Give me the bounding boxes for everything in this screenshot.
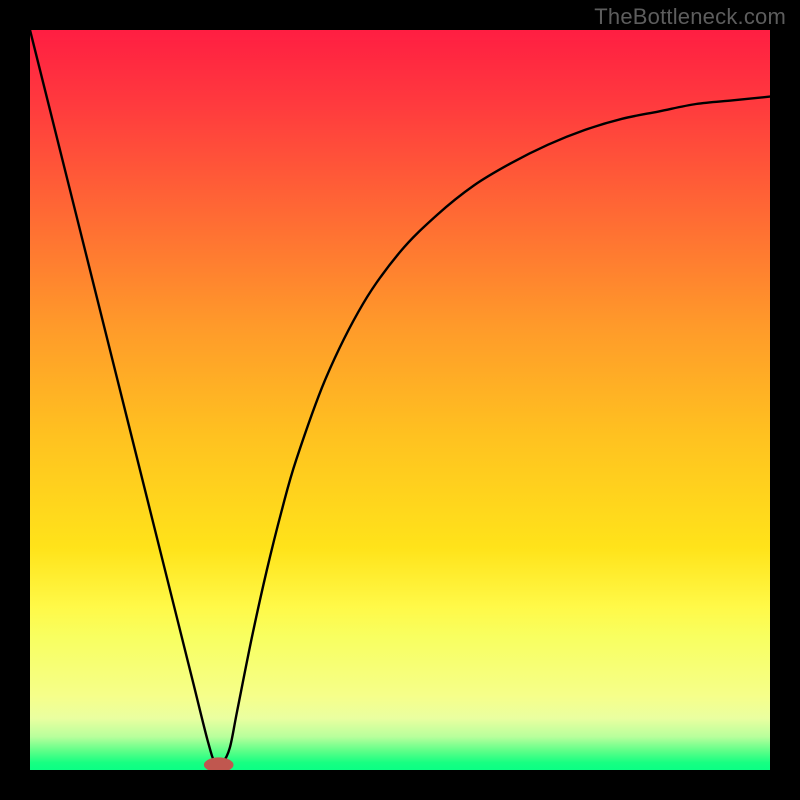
- watermark-text: TheBottleneck.com: [594, 4, 786, 30]
- gradient-background: [30, 30, 770, 770]
- chart-svg: [30, 30, 770, 770]
- chart-frame: TheBottleneck.com: [0, 0, 800, 800]
- plot-area: [30, 30, 770, 770]
